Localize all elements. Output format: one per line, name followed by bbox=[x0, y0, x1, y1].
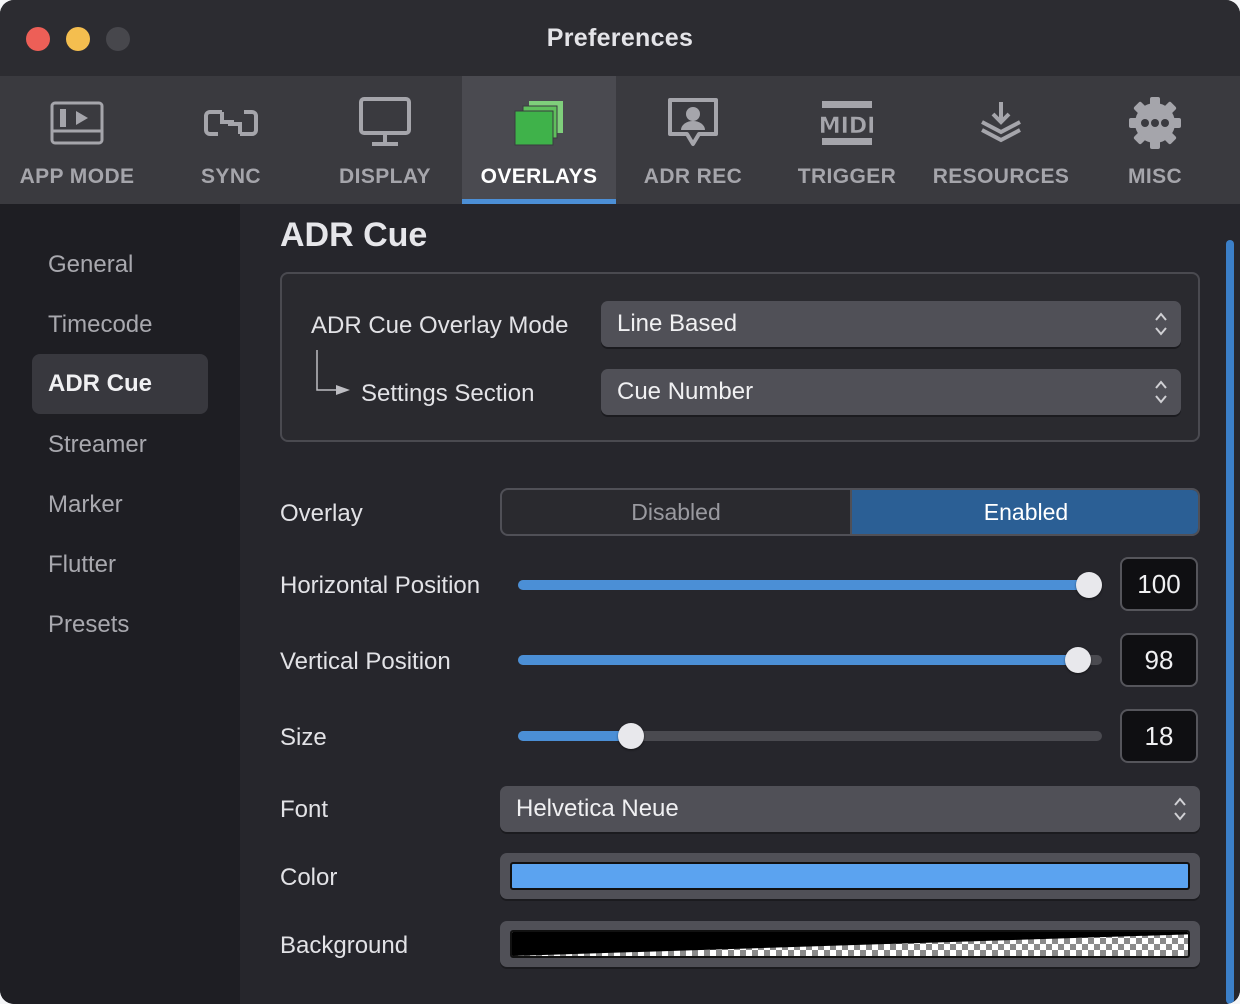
tab-label: ADR REC bbox=[643, 165, 743, 188]
sidebar-item-timecode[interactable]: Timecode bbox=[32, 295, 208, 355]
overlay-label: Overlay bbox=[280, 500, 363, 527]
app-mode-icon bbox=[0, 94, 154, 152]
tab-overlays[interactable]: OVERLAYS bbox=[462, 76, 616, 204]
sub-setting-arrow-icon bbox=[316, 350, 350, 395]
window-title: Preferences bbox=[546, 24, 694, 52]
settings-section-value: Cue Number bbox=[617, 378, 754, 405]
settings-panel: ADR Cue ADR Cue Overlay Mode Line Based … bbox=[240, 204, 1240, 1004]
tab-adr-rec[interactable]: ADR REC bbox=[616, 76, 770, 204]
overlay-mode-select[interactable]: Line Based bbox=[601, 301, 1181, 347]
tab-misc[interactable]: MISC bbox=[1078, 76, 1232, 204]
overlay-enabled-option[interactable]: Enabled bbox=[850, 490, 1198, 534]
tab-label: TRIGGER bbox=[797, 165, 897, 188]
scrollbar[interactable] bbox=[1226, 240, 1234, 1004]
font-value: Helvetica Neue bbox=[516, 795, 679, 822]
overlay-mode-value: Line Based bbox=[617, 310, 738, 337]
overlay-disabled-option[interactable]: Disabled bbox=[502, 490, 850, 534]
tab-label: APP MODE bbox=[19, 165, 135, 188]
sidebar-item-flutter[interactable]: Flutter bbox=[32, 535, 208, 595]
preferences-toolbar: APP MODE SYNC DISPLAY OVERLAYS ADR REC M… bbox=[0, 76, 1240, 204]
tab-app-mode[interactable]: APP MODE bbox=[0, 76, 154, 204]
overlay-mode-group: ADR Cue Overlay Mode Line Based Settings… bbox=[280, 272, 1200, 442]
overlays-icon bbox=[462, 94, 616, 152]
tab-label: RESOURCES bbox=[932, 165, 1070, 188]
background-label: Background bbox=[280, 932, 409, 959]
sidebar-item-adr-cue[interactable]: ADR Cue bbox=[32, 354, 208, 414]
tab-display[interactable]: DISPLAY bbox=[308, 76, 462, 204]
tab-label: DISPLAY bbox=[339, 165, 431, 188]
horizontal-position-label: Horizontal Position bbox=[280, 572, 481, 599]
horizontal-position-slider[interactable] bbox=[518, 572, 1102, 598]
vertical-position-slider[interactable] bbox=[518, 647, 1102, 673]
font-label: Font bbox=[280, 796, 329, 823]
resources-icon bbox=[924, 94, 1078, 152]
tab-label: SYNC bbox=[201, 165, 261, 188]
background-color-well[interactable] bbox=[500, 921, 1200, 967]
size-value[interactable]: 18 bbox=[1120, 709, 1198, 763]
gear-icon bbox=[1078, 94, 1232, 152]
color-well[interactable] bbox=[500, 853, 1200, 899]
vertical-position-value[interactable]: 98 bbox=[1120, 633, 1198, 687]
tab-label: MISC bbox=[1127, 165, 1183, 188]
tab-label: OVERLAYS bbox=[480, 165, 598, 188]
display-icon bbox=[308, 94, 462, 152]
slider-fill bbox=[518, 655, 1078, 665]
tab-trigger[interactable]: MIDI TRIGGER bbox=[770, 76, 924, 204]
slider-thumb[interactable] bbox=[618, 723, 644, 749]
sidebar-item-streamer[interactable]: Streamer bbox=[32, 415, 208, 475]
page-title: ADR Cue bbox=[280, 216, 428, 254]
size-label: Size bbox=[280, 724, 327, 751]
color-swatch bbox=[510, 862, 1190, 890]
chevron-up-down-icon bbox=[1174, 797, 1186, 821]
font-select[interactable]: Helvetica Neue bbox=[500, 786, 1200, 832]
svg-text:MIDI: MIDI bbox=[819, 114, 875, 139]
overlay-toggle: Disabled Enabled bbox=[500, 488, 1200, 536]
tab-resources[interactable]: RESOURCES bbox=[924, 76, 1078, 204]
size-slider[interactable] bbox=[518, 723, 1102, 749]
background-swatch bbox=[510, 930, 1190, 958]
mode-label: ADR Cue Overlay Mode bbox=[311, 312, 569, 339]
vertical-position-label: Vertical Position bbox=[280, 648, 451, 675]
color-label: Color bbox=[280, 864, 338, 891]
settings-section-label: Settings Section bbox=[361, 380, 535, 407]
adr-rec-icon bbox=[616, 94, 770, 152]
tab-sync[interactable]: SYNC bbox=[154, 76, 308, 204]
sidebar-item-presets[interactable]: Presets bbox=[32, 595, 208, 655]
slider-thumb[interactable] bbox=[1065, 647, 1091, 673]
sidebar-item-marker[interactable]: Marker bbox=[32, 475, 208, 535]
chevron-up-down-icon bbox=[1155, 380, 1167, 404]
sync-icon bbox=[154, 94, 308, 152]
slider-thumb[interactable] bbox=[1076, 572, 1102, 598]
slider-fill bbox=[518, 731, 631, 741]
title-bar: Preferences bbox=[0, 0, 1240, 76]
slider-fill bbox=[518, 580, 1089, 590]
sidebar: General Timecode ADR Cue Streamer Marker… bbox=[0, 204, 240, 1004]
sidebar-item-general[interactable]: General bbox=[32, 235, 208, 295]
chevron-up-down-icon bbox=[1155, 312, 1167, 336]
midi-icon: MIDI bbox=[770, 94, 924, 152]
settings-section-select[interactable]: Cue Number bbox=[601, 369, 1181, 415]
preferences-window: Preferences APP MODE SYNC DISPLAY OVERLA… bbox=[0, 0, 1240, 1004]
horizontal-position-value[interactable]: 100 bbox=[1120, 557, 1198, 611]
